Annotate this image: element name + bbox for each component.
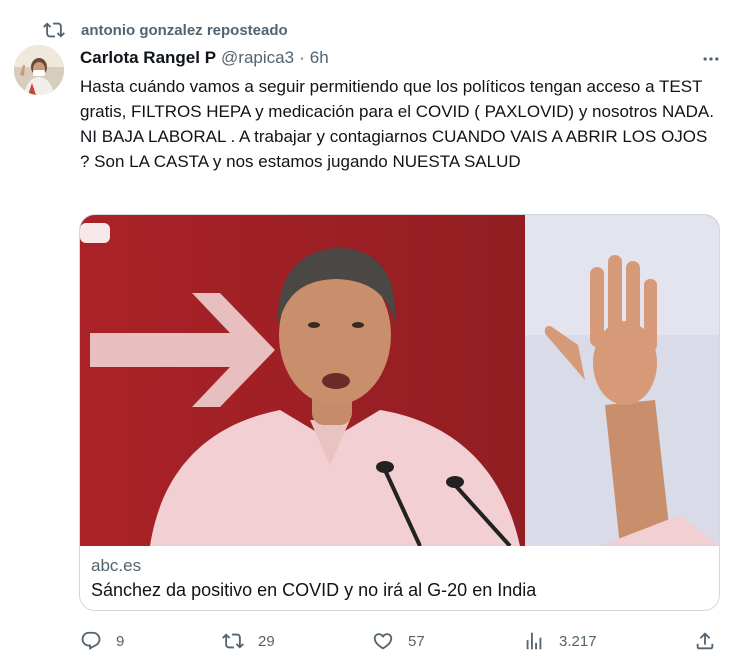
like-button[interactable]: 57 <box>372 626 425 656</box>
reply-icon <box>81 631 101 650</box>
tweet[interactable]: antonio gonzalez reposteado Carlota Rang… <box>0 0 746 668</box>
heart-icon <box>373 633 393 650</box>
author-handle[interactable]: @rapica3 <box>221 48 294 68</box>
share-button[interactable] <box>694 626 716 656</box>
repost-icon <box>43 22 65 38</box>
views-count: 3.217 <box>559 632 597 650</box>
repost-label[interactable]: antonio gonzalez reposteado <box>81 22 288 39</box>
repost-icon <box>222 633 244 649</box>
more-options-button[interactable] <box>698 46 724 72</box>
like-count: 57 <box>408 632 425 650</box>
avatar[interactable] <box>14 45 64 95</box>
avatar-image <box>14 45 64 95</box>
author-row: Carlota Rangel P @rapica3 · 6h <box>80 46 329 70</box>
separator-dot: · <box>299 48 305 67</box>
views-chart-icon <box>526 632 542 650</box>
tweet-timestamp[interactable]: 6h <box>310 48 329 68</box>
action-bar: 9 29 57 3.217 <box>0 626 746 656</box>
reply-button[interactable]: 9 <box>80 626 124 656</box>
tweet-text: Hasta cuándo vamos a seguir permitiendo … <box>80 77 719 171</box>
card-domain: abc.es <box>91 556 142 575</box>
views-button[interactable]: 3.217 <box>523 626 597 656</box>
link-card[interactable]: abc.es Sánchez da positivo en COVID y no… <box>79 214 720 611</box>
card-image <box>80 215 719 546</box>
repost-count: 29 <box>258 632 275 650</box>
repost-button[interactable]: 29 <box>222 626 275 656</box>
more-icon <box>703 57 719 61</box>
reply-count: 9 <box>116 632 125 650</box>
share-icon <box>696 632 714 650</box>
repost-context: antonio gonzalez reposteado <box>43 18 288 42</box>
card-title: Sánchez da positivo en COVID y no irá al… <box>91 580 537 600</box>
author-name[interactable]: Carlota Rangel P <box>80 48 216 68</box>
